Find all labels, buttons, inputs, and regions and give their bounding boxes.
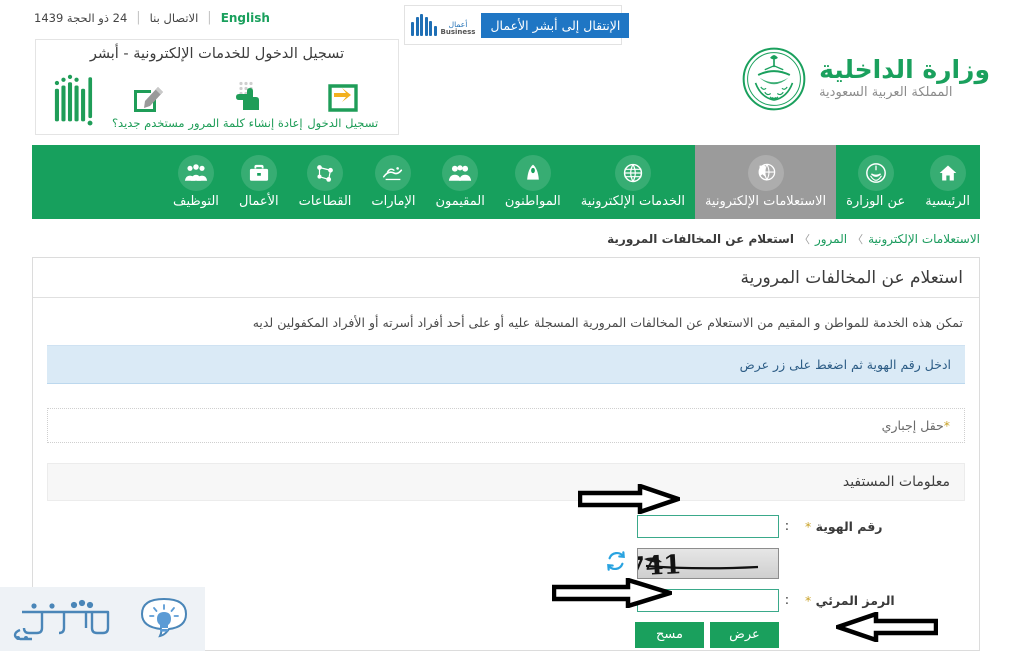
- globe-icon: [614, 155, 651, 191]
- breadcrumb-item-e-inquiries[interactable]: الاستعلامات الإلكترونية: [868, 232, 980, 246]
- captcha-label: الرمز المرئي *: [795, 593, 965, 608]
- nav-item-sectors[interactable]: القطاعات: [289, 145, 362, 219]
- absher-action-reset-password[interactable]: إعادة إنشاء كلمة المرور: [188, 76, 303, 130]
- absher-business-wordmark: أعمال Business: [440, 20, 476, 36]
- site-watermark: [0, 587, 205, 651]
- nav-item-label: المقيمون: [435, 194, 485, 209]
- absher-panel-title: تسجيل الدخول للخدمات الإلكترونية - أبشر: [89, 46, 345, 62]
- nav-item-emirates[interactable]: الإمارات: [361, 145, 425, 219]
- emirates-calligraphy-icon: [375, 155, 412, 191]
- id-number-required-asterisk: *: [805, 518, 812, 534]
- ministry-name: وزارة الداخلية: [819, 55, 990, 85]
- clear-button[interactable]: مسح: [635, 621, 704, 648]
- nav-item-label: الإمارات: [371, 194, 416, 209]
- nav-item-label: الخدمات الإلكترونية: [580, 194, 685, 209]
- nav-item-label: القطاعات: [298, 194, 352, 209]
- citizen-icon: [514, 155, 551, 191]
- absher-business-logo: أعمال Business: [411, 14, 475, 36]
- utility-separator-1: |: [136, 10, 141, 25]
- captcha-text-render: 5741: [638, 550, 759, 578]
- form-row-id-number: رقم الهوية * :: [47, 514, 965, 538]
- nav-item-citizens[interactable]: المواطنون: [495, 145, 571, 219]
- id-number-input[interactable]: [637, 514, 779, 538]
- home-icon: [929, 155, 966, 191]
- language-switch-link[interactable]: English: [212, 11, 279, 25]
- lightbulb-speech-bubble-icon: [140, 597, 187, 638]
- e-inquiry-globe-icon: [747, 155, 784, 191]
- contact-us-link[interactable]: الاتصال بنا: [141, 11, 208, 25]
- id-number-label: رقم الهوية *: [795, 519, 965, 534]
- utility-separator-2: |: [207, 10, 212, 25]
- refresh-icon[interactable]: [605, 550, 627, 576]
- new-user-pencil-icon: [131, 76, 165, 114]
- beneficiary-section-header: معلومات المستفيد: [47, 462, 965, 501]
- nav-item-label: الاستعلامات الإلكترونية: [704, 194, 827, 209]
- employment-people-icon: [177, 155, 214, 191]
- utility-strip: 24 ذو الحجة 1439 | الاتصال بنا | English: [25, 10, 279, 25]
- page-title: استعلام عن المخالفات المرورية: [33, 258, 979, 298]
- svg-text:5741: 5741: [638, 550, 682, 578]
- captcha-colon: :: [784, 592, 790, 608]
- absher-wordmark-icon: [54, 74, 93, 126]
- nav-item-label: الرئيسية: [925, 194, 970, 209]
- breadcrumb: الاستعلامات الإلكترونية 〉 المرور 〉 استعل…: [607, 231, 980, 247]
- absher-business-wordmark-en: Business: [440, 27, 476, 36]
- nav-item-home[interactable]: الرئيسية: [915, 145, 980, 219]
- absher-action-label: تسجيل الدخول: [307, 116, 379, 130]
- main-navigation: الرئيسية عن الوزارة الاستعلامات الإلكترو…: [32, 145, 980, 219]
- absher-business-bars-icon: [411, 14, 437, 36]
- id-number-label-text: رقم الهوية: [815, 518, 883, 534]
- required-asterisk: *: [943, 417, 950, 433]
- required-field-label: حقل إجباري: [881, 417, 944, 433]
- page-root: 24 ذو الحجة 1439 | الاتصال بنا | English…: [0, 0, 1012, 651]
- absher-login-panel: تسجيل الدخول للخدمات الإلكترونية - أبشر: [35, 39, 399, 135]
- nav-item-e-inquiries[interactable]: الاستعلامات الإلكترونية: [694, 145, 837, 219]
- nav-item-label: الأعمال: [238, 194, 279, 209]
- absher-action-label: إعادة إنشاء كلمة المرور: [188, 116, 303, 130]
- residents-people-icon: [442, 155, 479, 191]
- ministry-country: المملكة العربية السعودية: [819, 84, 953, 100]
- sectors-network-icon: [307, 155, 344, 191]
- ministry-logo-text: وزارة الداخلية المملكة العربية السعودية: [819, 55, 990, 102]
- nav-item-about-ministry[interactable]: عن الوزارة: [836, 145, 915, 219]
- required-field-note: *حقل إجباري: [47, 407, 965, 443]
- captcha-required-asterisk: *: [805, 592, 812, 608]
- nav-item-e-services[interactable]: الخدمات الإلكترونية: [571, 145, 695, 219]
- reset-password-hand-icon: [229, 76, 263, 114]
- go-to-absher-business-button[interactable]: الإنتقال إلى أبشر الأعمال: [481, 12, 630, 38]
- nav-item-business[interactable]: الأعمال: [229, 145, 289, 219]
- breadcrumb-separator: 〉: [798, 233, 810, 246]
- captcha-label-text: الرمز المرئي: [815, 592, 895, 608]
- nav-item-label: التوظيف: [172, 194, 219, 209]
- nav-item-label: عن الوزارة: [846, 194, 906, 209]
- nav-item-label: المواطنون: [504, 194, 561, 209]
- absher-action-label: مستخدم جديد؟: [111, 116, 185, 130]
- nav-item-employment[interactable]: التوظيف: [163, 145, 229, 219]
- breadcrumb-separator: 〉: [852, 233, 864, 246]
- breadcrumb-item-traffic[interactable]: المرور: [815, 232, 847, 246]
- hijri-date: 24 ذو الحجة 1439: [34, 10, 128, 25]
- view-button[interactable]: عرض: [710, 621, 779, 648]
- briefcase-icon: [240, 155, 277, 191]
- breadcrumb-item-current: استعلام عن المخالفات المرورية: [607, 232, 794, 246]
- absher-business-banner[interactable]: أعمال Business الإنتقال إلى أبشر الأعمال: [404, 5, 630, 45]
- ministry-logo[interactable]: وزارة الداخلية المملكة العربية السعودية: [741, 46, 990, 112]
- captcha-input[interactable]: [637, 588, 779, 612]
- absher-action-new-user[interactable]: مستخدم جديد؟: [103, 76, 193, 130]
- ministry-seal-icon: [857, 155, 894, 191]
- captcha-image: 5741: [637, 547, 779, 579]
- id-number-colon: :: [784, 518, 790, 534]
- watermark-wordmark: [13, 599, 109, 641]
- nav-item-residents[interactable]: المقيمون: [425, 145, 494, 219]
- absher-actions-row: مستخدم جديد؟ إعادة إنشاء كلمة المرور تسج…: [46, 64, 388, 130]
- saudi-emblem-icon: [742, 47, 806, 111]
- login-arrow-icon: [326, 76, 360, 114]
- form-row-captcha-image: 5741: [47, 547, 965, 579]
- absher-action-login[interactable]: تسجيل الدخول: [298, 76, 388, 130]
- instruction-banner: ادخل رقم الهوية ثم اضغط على زر عرض: [47, 344, 965, 384]
- service-description: تمكن هذه الخدمة للمواطن و المقيم من الاس…: [252, 315, 963, 330]
